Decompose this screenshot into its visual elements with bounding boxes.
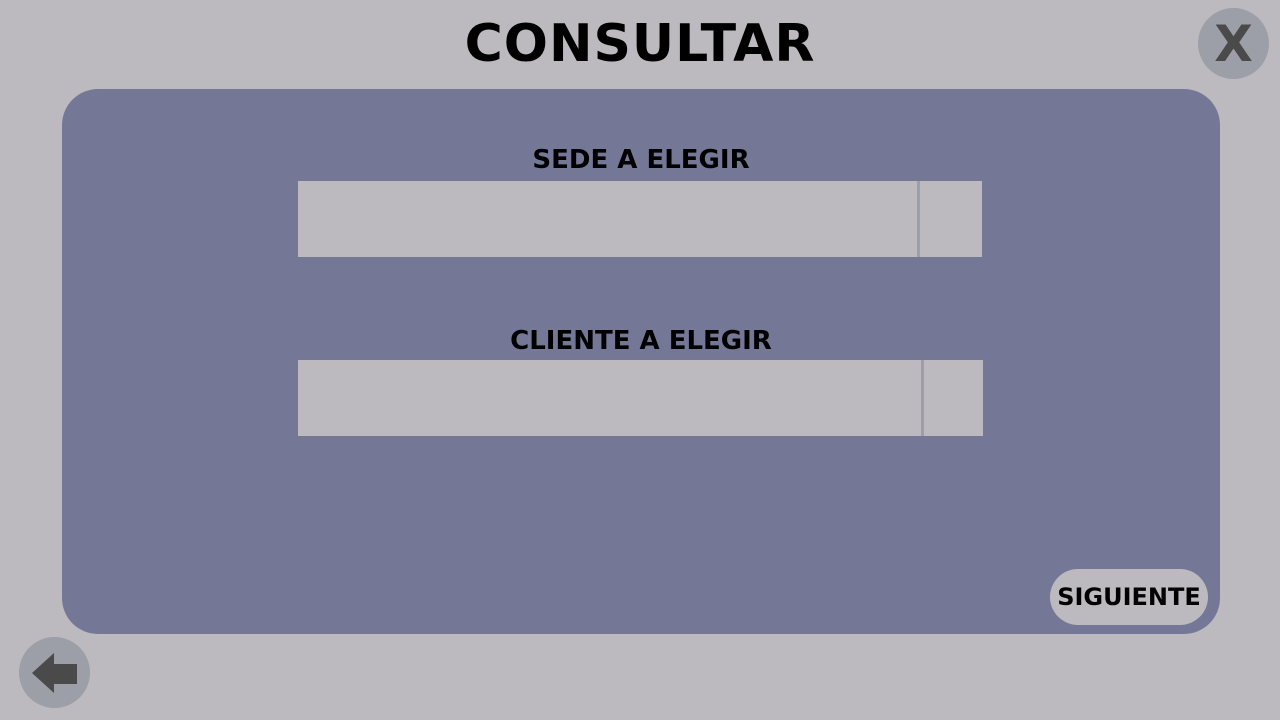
sede-select[interactable]: [298, 181, 982, 257]
next-button[interactable]: SIGUIENTE: [1050, 569, 1208, 625]
sede-select-divider: [917, 181, 920, 257]
arrow-left-icon: [31, 652, 77, 693]
cliente-select[interactable]: [298, 360, 983, 436]
cliente-select-divider: [921, 360, 924, 436]
back-button[interactable]: [19, 637, 90, 708]
cliente-label: CLIENTE A ELEGIR: [510, 326, 772, 356]
close-button[interactable]: X: [1198, 8, 1269, 79]
sede-label: SEDE A ELEGIR: [532, 145, 750, 175]
close-icon: X: [1214, 14, 1253, 73]
form-panel: SEDE A ELEGIR CLIENTE A ELEGIR SIGUIENTE: [62, 89, 1220, 634]
page-title: CONSULTAR: [464, 14, 816, 74]
